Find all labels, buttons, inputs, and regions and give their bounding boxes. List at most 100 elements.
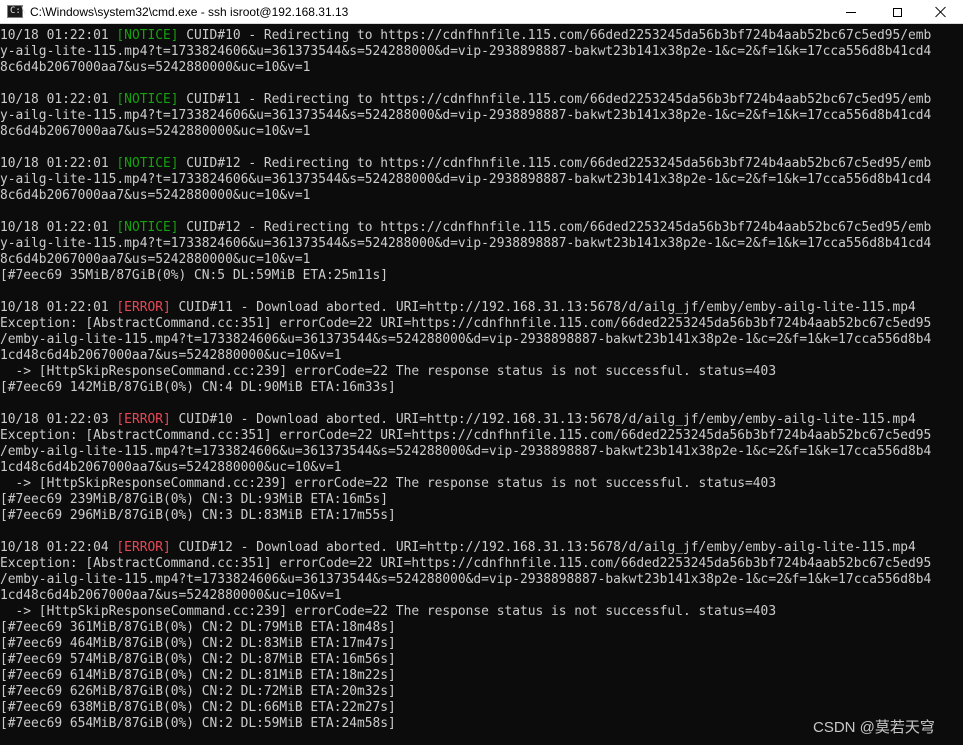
console-line: 1cd48c6d4b2067000aa7&us=5242880000&uc=10… — [0, 460, 963, 476]
line-text: CUID#10 - Download aborted. URI=http://1… — [170, 412, 916, 427]
line-text: /emby-ailg-lite-115.mp4?t=1733824606&u=3… — [0, 332, 932, 347]
console-line: [#7eec69 296MiB/87GiB(0%) CN:3 DL:83MiB … — [0, 508, 963, 524]
line-text: 1cd48c6d4b2067000aa7&us=5242880000&uc=10… — [0, 348, 342, 363]
console-line: [#7eec69 361MiB/87GiB(0%) CN:2 DL:79MiB … — [0, 620, 963, 636]
maximize-icon — [892, 7, 902, 17]
line-text: -> [HttpSkipResponseCommand.cc:239] erro… — [0, 364, 777, 379]
error-tag: [ERROR] — [116, 300, 171, 315]
line-text: 10/18 01:22:01 — [0, 220, 117, 235]
console-line: /emby-ailg-lite-115.mp4?t=1733824606&u=3… — [0, 444, 963, 460]
console-line: 10/18 01:22:01 [NOTICE] CUID#11 - Redire… — [0, 92, 963, 108]
line-text: [#7eec69 35MiB/87GiB(0%) CN:5 DL:59MiB E… — [0, 268, 389, 283]
line-text: CUID#11 - Redirecting to https://cdnfhnf… — [178, 92, 932, 107]
console-line: [#7eec69 614MiB/87GiB(0%) CN:2 DL:81MiB … — [0, 668, 963, 684]
line-text: [#7eec69 142MiB/87GiB(0%) CN:4 DL:90MiB … — [0, 380, 396, 395]
console-line: 10/18 01:22:03 [ERROR] CUID#10 - Downloa… — [0, 412, 963, 428]
console-icon-prompt: C:\ — [10, 6, 27, 16]
notice-tag: [NOTICE] — [116, 92, 179, 107]
line-text: CUID#12 - Redirecting to https://cdnfhnf… — [178, 156, 932, 171]
console-line: y-ailg-lite-115.mp4?t=1733824606&u=36137… — [0, 236, 963, 252]
error-tag: [ERROR] — [116, 412, 171, 427]
console-line: 10/18 01:22:01 [ERROR] CUID#11 - Downloa… — [0, 300, 963, 316]
line-text: [#7eec69 296MiB/87GiB(0%) CN:3 DL:83MiB … — [0, 508, 396, 523]
console-line: 8c6d4b2067000aa7&us=5242880000&uc=10&v=1 — [0, 60, 963, 76]
console-icon[interactable]: C:\ — [7, 5, 27, 18]
line-text: y-ailg-lite-115.mp4?t=1733824606&u=36137… — [0, 44, 932, 59]
console-line: y-ailg-lite-115.mp4?t=1733824606&u=36137… — [0, 172, 963, 188]
console-line: [#7eec69 142MiB/87GiB(0%) CN:4 DL:90MiB … — [0, 380, 963, 396]
console-line: [#7eec69 35MiB/87GiB(0%) CN:5 DL:59MiB E… — [0, 268, 963, 284]
line-text: 8c6d4b2067000aa7&us=5242880000&uc=10&v=1 — [0, 124, 311, 139]
line-text: [#7eec69 361MiB/87GiB(0%) CN:2 DL:79MiB … — [0, 620, 396, 635]
line-text: 1cd48c6d4b2067000aa7&us=5242880000&uc=10… — [0, 588, 342, 603]
console-line: /emby-ailg-lite-115.mp4?t=1733824606&u=3… — [0, 332, 963, 348]
minimize-icon — [846, 11, 856, 13]
line-text: y-ailg-lite-115.mp4?t=1733824606&u=36137… — [0, 172, 932, 187]
line-text: 1cd48c6d4b2067000aa7&us=5242880000&uc=10… — [0, 460, 342, 475]
line-text: Exception: [AbstractCommand.cc:351] erro… — [0, 316, 932, 331]
console-line: Exception: [AbstractCommand.cc:351] erro… — [0, 316, 963, 332]
line-text: -> [HttpSkipResponseCommand.cc:239] erro… — [0, 476, 777, 491]
line-text: Exception: [AbstractCommand.cc:351] erro… — [0, 428, 932, 443]
console-line: 1cd48c6d4b2067000aa7&us=5242880000&uc=10… — [0, 348, 963, 364]
notice-tag: [NOTICE] — [116, 28, 179, 43]
line-text: Exception: [AbstractCommand.cc:351] erro… — [0, 556, 932, 571]
console-line: -> [HttpSkipResponseCommand.cc:239] erro… — [0, 604, 963, 620]
console-line: [#7eec69 464MiB/87GiB(0%) CN:2 DL:83MiB … — [0, 636, 963, 652]
line-text: y-ailg-lite-115.mp4?t=1733824606&u=36137… — [0, 236, 932, 251]
console-line: Exception: [AbstractCommand.cc:351] erro… — [0, 428, 963, 444]
console-line: [#7eec69 638MiB/87GiB(0%) CN:2 DL:66MiB … — [0, 700, 963, 716]
line-text: 10/18 01:22:01 — [0, 92, 117, 107]
line-text: CUID#10 - Redirecting to https://cdnfhnf… — [178, 28, 932, 43]
console-line: 8c6d4b2067000aa7&us=5242880000&uc=10&v=1 — [0, 124, 963, 140]
line-text: 8c6d4b2067000aa7&us=5242880000&uc=10&v=1 — [0, 188, 311, 203]
console-line: /emby-ailg-lite-115.mp4?t=1733824606&u=3… — [0, 572, 963, 588]
console-line: 8c6d4b2067000aa7&us=5242880000&uc=10&v=1 — [0, 252, 963, 268]
console-line: [#7eec69 626MiB/87GiB(0%) CN:2 DL:72MiB … — [0, 684, 963, 700]
line-text: [#7eec69 239MiB/87GiB(0%) CN:3 DL:93MiB … — [0, 492, 389, 507]
line-text: y-ailg-lite-115.mp4?t=1733824606&u=36137… — [0, 108, 932, 123]
line-text: /emby-ailg-lite-115.mp4?t=1733824606&u=3… — [0, 572, 932, 587]
line-text: [#7eec69 464MiB/87GiB(0%) CN:2 DL:83MiB … — [0, 636, 396, 651]
console-line: y-ailg-lite-115.mp4?t=1733824606&u=36137… — [0, 108, 963, 124]
console-line: 10/18 01:22:01 [NOTICE] CUID#12 - Redire… — [0, 220, 963, 236]
line-text: CUID#11 - Download aborted. URI=http://1… — [170, 300, 916, 315]
console-line: 8c6d4b2067000aa7&us=5242880000&uc=10&v=1 — [0, 188, 963, 204]
console-line: y-ailg-lite-115.mp4?t=1733824606&u=36137… — [0, 44, 963, 60]
line-text: 10/18 01:22:01 — [0, 300, 117, 315]
maximize-button[interactable] — [874, 0, 920, 24]
console-output[interactable]: 10/18 01:22:01 [NOTICE] CUID#10 - Redire… — [0, 28, 963, 745]
minimize-button[interactable] — [828, 0, 874, 24]
close-icon — [935, 6, 947, 18]
line-text: CUID#12 - Redirecting to https://cdnfhnf… — [178, 220, 932, 235]
console-line: -> [HttpSkipResponseCommand.cc:239] erro… — [0, 364, 963, 380]
error-tag: [ERROR] — [116, 540, 171, 555]
console-line: [#7eec69 574MiB/87GiB(0%) CN:2 DL:87MiB … — [0, 652, 963, 668]
csdn-watermark: CSDN @莫若天穹 — [813, 719, 935, 736]
notice-tag: [NOTICE] — [116, 156, 179, 171]
line-text: 10/18 01:22:03 — [0, 412, 117, 427]
window-title: C:\Windows\system32\cmd.exe - ssh isroot… — [30, 5, 349, 19]
line-text: 10/18 01:22:01 — [0, 28, 117, 43]
line-text: /emby-ailg-lite-115.mp4?t=1733824606&u=3… — [0, 444, 932, 459]
close-button[interactable] — [919, 0, 963, 24]
title-bar[interactable]: C:\ C:\Windows\system32\cmd.exe - ssh is… — [0, 0, 963, 24]
console-line: 10/18 01:22:01 [NOTICE] CUID#10 - Redire… — [0, 28, 963, 44]
line-text: 10/18 01:22:04 — [0, 540, 117, 555]
console-line: 10/18 01:22:04 [ERROR] CUID#12 - Downloa… — [0, 540, 963, 556]
line-text: [#7eec69 638MiB/87GiB(0%) CN:2 DL:66MiB … — [0, 700, 396, 715]
line-text: 8c6d4b2067000aa7&us=5242880000&uc=10&v=1 — [0, 252, 311, 267]
line-text: [#7eec69 614MiB/87GiB(0%) CN:2 DL:81MiB … — [0, 668, 396, 683]
line-text: 8c6d4b2067000aa7&us=5242880000&uc=10&v=1 — [0, 60, 311, 75]
line-text: [#7eec69 654MiB/87GiB(0%) CN:2 DL:59MiB … — [0, 716, 396, 731]
notice-tag: [NOTICE] — [116, 220, 179, 235]
console-line: 10/18 01:22:01 [NOTICE] CUID#12 - Redire… — [0, 156, 963, 172]
line-text: CUID#12 - Download aborted. URI=http://1… — [170, 540, 916, 555]
line-text: -> [HttpSkipResponseCommand.cc:239] erro… — [0, 604, 777, 619]
